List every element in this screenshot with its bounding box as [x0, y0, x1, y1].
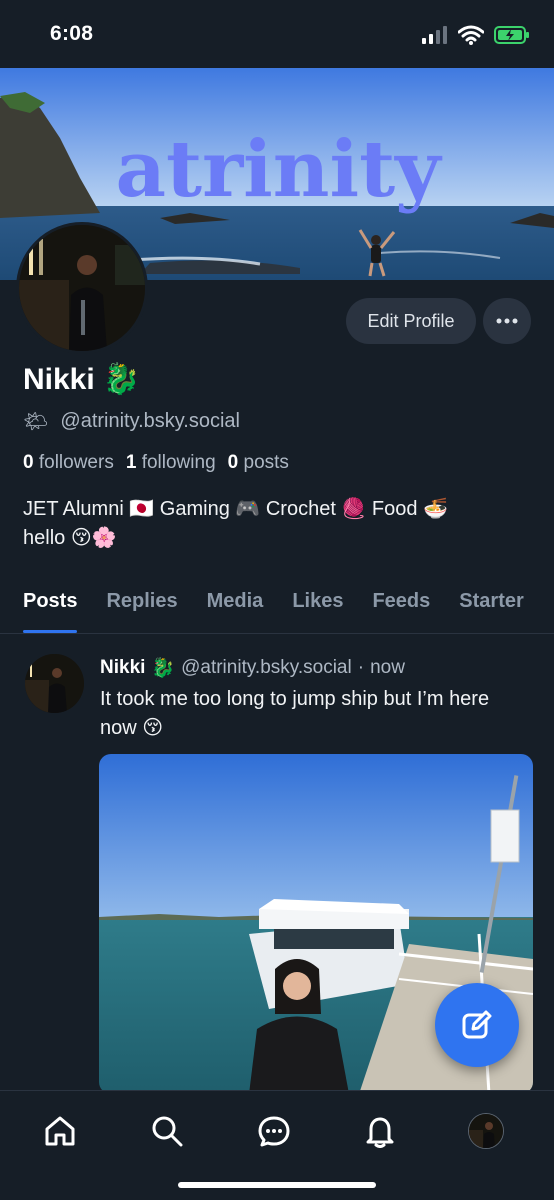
compose-button[interactable] [435, 983, 519, 1067]
signal-icon [422, 26, 447, 44]
tab-replies[interactable]: Replies [106, 576, 177, 633]
post-author-emoji: 🐉 [151, 658, 176, 679]
handle-row: 🌤 @atrinity.bsky.social [23, 409, 240, 434]
bell-icon [366, 1117, 394, 1148]
nav-home[interactable] [40, 1111, 80, 1151]
sunrise-emoji: 🌤 [23, 411, 49, 433]
compose-icon [462, 1010, 492, 1039]
tab-starter[interactable]: Starter [459, 576, 523, 633]
wifi-icon [458, 25, 484, 45]
display-name-text: Nikki [23, 362, 95, 396]
status-bar: 6:08 [0, 0, 554, 68]
stats-row: 0 followers 1 following 0 posts [23, 452, 289, 474]
status-time: 6:08 [50, 22, 94, 45]
nav-profile-avatar [468, 1113, 504, 1149]
post-text: It took me too long to jump ship but I’m… [100, 688, 490, 739]
following-count: 1 [125, 452, 137, 473]
nav-notifications[interactable] [360, 1111, 400, 1151]
followers-stat[interactable]: 0 followers [23, 452, 114, 474]
ellipsis-icon [496, 318, 518, 324]
nav-chat[interactable] [254, 1111, 294, 1151]
tab-likes[interactable]: Likes [292, 576, 343, 633]
display-name: Nikki 🐉 [23, 362, 140, 397]
followers-count: 0 [23, 452, 34, 473]
edit-profile-button[interactable]: Edit Profile [346, 298, 476, 344]
tab-media[interactable]: Media [207, 576, 264, 633]
post-header: Nikki 🐉 @atrinity.bsky.social · now [100, 656, 405, 680]
status-icons [422, 24, 530, 46]
nav-profile[interactable] [466, 1111, 506, 1151]
followers-label: followers [38, 452, 114, 473]
home-indicator [178, 1182, 376, 1188]
battery-icon [494, 26, 529, 44]
post-author-avatar[interactable] [25, 654, 84, 713]
bio-line-1: JET Alumni 🇯🇵 Gaming 🎮 Crochet 🧶 Food 🍜 [23, 498, 448, 520]
dragon-emoji: 🐉 [102, 363, 141, 396]
post-timestamp[interactable]: now [370, 657, 405, 679]
search-icon [152, 1116, 183, 1147]
profile-avatar[interactable] [16, 222, 148, 354]
banner-wordmark: atrinity [116, 124, 444, 215]
profile-bio: JET Alumni 🇯🇵 Gaming 🎮 Crochet 🧶 Food 🍜 … [23, 495, 523, 553]
post-separator: · [357, 657, 365, 678]
following-stat[interactable]: 1 following [126, 452, 216, 474]
home-icon [45, 1116, 75, 1146]
profile-tabs: Posts Replies Media Likes Feeds Starter [0, 576, 554, 634]
profile-handle: @atrinity.bsky.social [60, 410, 240, 432]
tab-feeds[interactable]: Feeds [372, 576, 430, 633]
posts-stat: 0 posts [228, 452, 289, 474]
post-author-name[interactable]: Nikki [100, 657, 145, 679]
posts-label: posts [243, 452, 289, 473]
more-options-button[interactable] [483, 298, 531, 344]
bio-line-2: hello 😚🌸 [23, 527, 117, 549]
nav-search[interactable] [147, 1111, 187, 1151]
posts-count: 0 [227, 452, 239, 473]
tab-posts[interactable]: Posts [23, 576, 78, 633]
following-label: following [141, 452, 216, 473]
chat-icon [258, 1116, 290, 1147]
post-author-handle[interactable]: @atrinity.bsky.social [181, 657, 352, 679]
